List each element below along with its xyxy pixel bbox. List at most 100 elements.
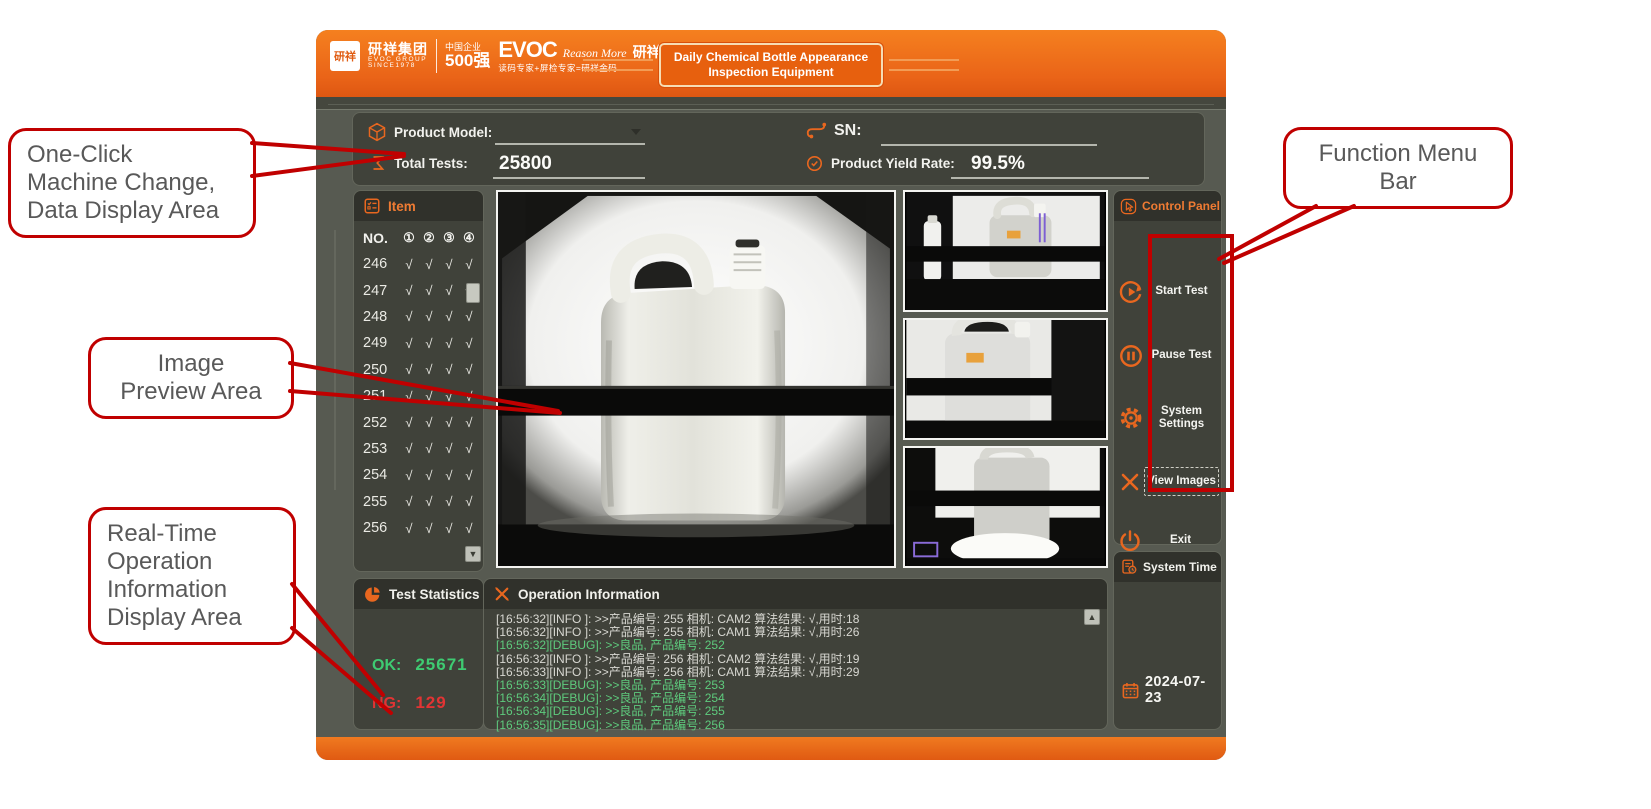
scroll-down-button[interactable]: ▼ [465, 546, 481, 562]
check-mark: √ [459, 257, 479, 272]
app-header: 研祥 研祥集团 EVOC GROUP SINCE1978 中国企业 500强 E… [316, 30, 1226, 97]
table-row[interactable]: 246√√√√ [354, 251, 483, 277]
system-time-panel: System Time 2024-07-23 [1113, 551, 1222, 730]
table-row[interactable]: 251√√√√ [354, 383, 483, 409]
log-line: [16:56:34][DEBUG]: >>良品, 产品编号: 255 [496, 705, 1081, 718]
check-mark: √ [459, 309, 479, 324]
log-panel-header: Operation Information [484, 579, 1107, 609]
app-window: 研祥 研祥集团 EVOC GROUP SINCE1978 中国企业 500强 E… [316, 30, 1226, 760]
system-time-title: System Time [1143, 560, 1217, 574]
log-line: [16:56:32][INFO ]: >>产品编号: 255 相机: CAM1 … [496, 626, 1081, 639]
table-row[interactable]: 248√√√√ [354, 304, 483, 330]
check-mark: √ [419, 415, 439, 430]
column-header-3: ③ [439, 230, 459, 246]
frame-decoration-left [334, 230, 336, 490]
log-line: [16:56:35][DEBUG]: >>良品, 产品编号: 256 [496, 719, 1081, 732]
yield-rate-value: 99.5% [971, 153, 1025, 175]
item-panel: Item NO. ① ② ③ ④ 246√√√√247√√√√248√√√√24… [353, 190, 484, 572]
check-mark: √ [419, 283, 439, 298]
gear-icon [1118, 405, 1144, 431]
ok-value: 25671 [415, 655, 467, 675]
preview-thumbnail-3[interactable] [903, 446, 1108, 568]
item-no: 249 [359, 335, 399, 351]
start-test-icon [1118, 279, 1144, 305]
item-no: 254 [359, 467, 399, 483]
check-mark: √ [419, 257, 439, 272]
log-line: [16:56:32][INFO ]: >>产品编号: 255 相机: CAM2 … [496, 613, 1081, 626]
product-model-underline [495, 143, 645, 145]
table-row[interactable]: 254√√√√ [354, 462, 483, 488]
column-header-1: ① [399, 230, 419, 246]
ng-label: NG: [372, 695, 401, 713]
callout-function-menu: Function Menu Bar [1283, 127, 1513, 209]
frame-decoration-top [328, 104, 1214, 105]
exit-button[interactable]: Exit [1118, 529, 1219, 553]
bottle-photo [498, 192, 894, 566]
preview-thumbnail-1[interactable] [903, 190, 1108, 312]
check-mark: √ [419, 309, 439, 324]
log-panel-title: Operation Information [518, 587, 660, 602]
item-checklist-icon [363, 197, 381, 215]
check-mark: √ [439, 494, 459, 509]
chevron-down-icon[interactable] [631, 129, 641, 135]
check-mark: √ [439, 336, 459, 351]
item-no: 250 [359, 362, 399, 378]
scroll-up-button[interactable]: ▲ [1084, 609, 1100, 625]
logo-evoc-wordmark: EVOC [498, 39, 556, 61]
item-no: 253 [359, 441, 399, 457]
check-mark: √ [399, 309, 419, 324]
logo-group-name: 研祥集团 [368, 42, 428, 57]
table-row[interactable]: 250√√√√ [354, 357, 483, 383]
column-header-2: ② [419, 230, 439, 246]
product-model-label: Product Model: [394, 125, 492, 140]
item-table-body: 246√√√√247√√√√248√√√√249√√√√250√√√√251√√… [354, 251, 483, 541]
check-mark: √ [459, 468, 479, 483]
check-mark: √ [419, 362, 439, 377]
sn-underline [881, 144, 1097, 146]
data-display-panel: Product Model: Total Tests: 25800 SN: [352, 112, 1205, 186]
sn-icon [805, 120, 827, 142]
app-footer [316, 737, 1226, 760]
item-no: 247 [359, 283, 399, 299]
preview-thumbnail-2[interactable] [903, 318, 1108, 440]
ok-label: OK: [372, 657, 401, 675]
product-model-icon [367, 122, 387, 142]
system-date: 2024-07-23 [1145, 674, 1221, 706]
sn-label: SN: [834, 122, 862, 140]
table-row[interactable]: 247√√√√ [354, 277, 483, 303]
check-mark: √ [439, 389, 459, 404]
check-mark: √ [439, 309, 459, 324]
scrollbar-thumb[interactable] [466, 283, 480, 303]
table-row[interactable]: 253√√√√ [354, 436, 483, 462]
check-mark: √ [459, 494, 479, 509]
check-mark: √ [459, 441, 479, 456]
check-mark: √ [439, 521, 459, 536]
total-tests-label: Total Tests: [394, 156, 468, 171]
ng-value: 129 [415, 693, 446, 713]
table-row[interactable]: 255√√√√ [354, 489, 483, 515]
log-line: [16:56:32][DEBUG]: >>良品, 产品编号: 252 [496, 639, 1081, 652]
check-mark: √ [399, 468, 419, 483]
callout-operation-info: Real-Time Operation Information Display … [88, 507, 296, 645]
check-mark: √ [439, 283, 459, 298]
logo-cn500-big: 500强 [445, 52, 490, 69]
check-mark: √ [399, 257, 419, 272]
test-statistics-panel: Test Statistics OK: 25671 NG: 129 [353, 578, 484, 730]
callout-data-display: One-Click Machine Change, Data Display A… [8, 128, 256, 238]
log-line: [16:56:34][DEBUG]: >>良品, 产品编号: 254 [496, 692, 1081, 705]
check-mark: √ [439, 257, 459, 272]
check-mark: √ [459, 521, 479, 536]
table-row[interactable]: 252√√√√ [354, 409, 483, 435]
check-mark: √ [399, 362, 419, 377]
doc-clock-icon [1120, 558, 1138, 576]
yield-rate-icon [805, 154, 824, 173]
total-tests-icon [369, 154, 387, 172]
table-row[interactable]: 256√√√√ [354, 515, 483, 541]
item-no: 255 [359, 494, 399, 510]
logo-cn500-block: 中国企业 500强 [445, 43, 490, 69]
screenshot-stage: 研祥 研祥集团 EVOC GROUP SINCE1978 中国企业 500强 E… [0, 0, 1651, 809]
table-row[interactable]: 249√√√√ [354, 330, 483, 356]
log-line: [16:56:32][INFO ]: >>产品编号: 256 相机: CAM2 … [496, 653, 1081, 666]
check-mark: √ [419, 336, 439, 351]
ok-count-row: OK: 25671 [372, 655, 468, 675]
